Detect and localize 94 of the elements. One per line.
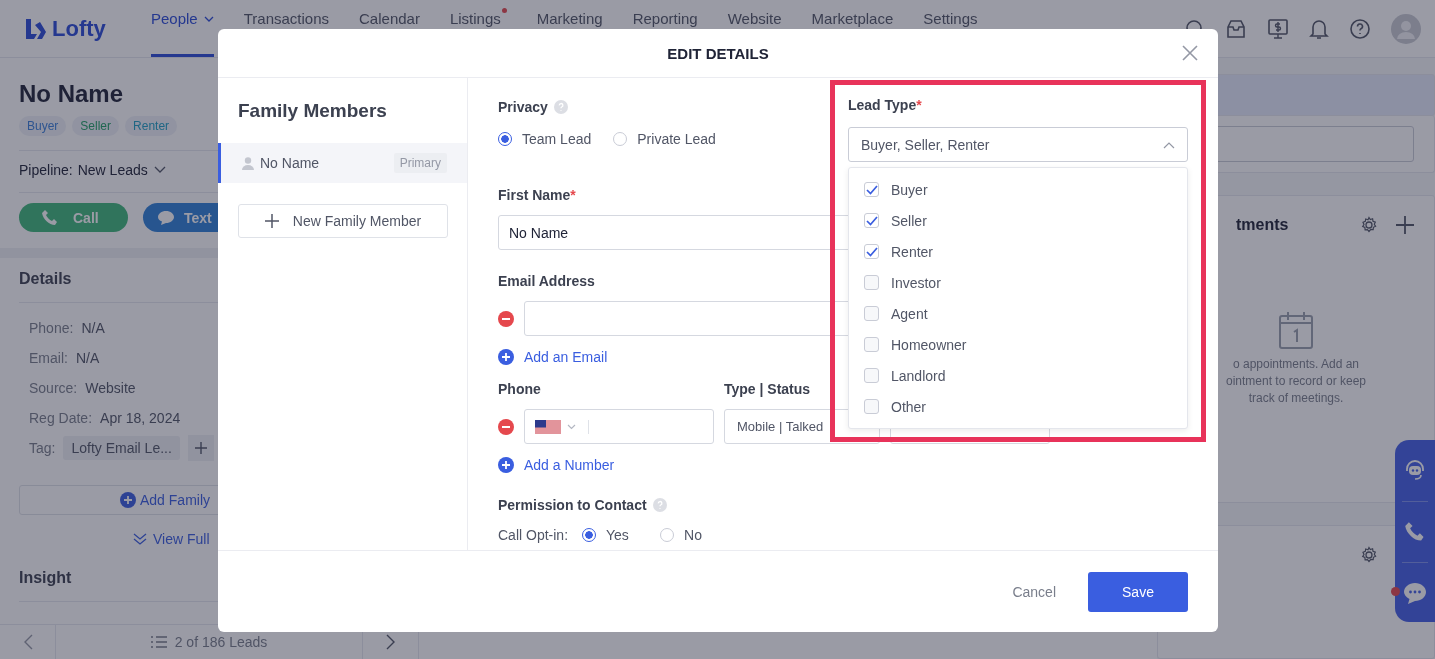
notification-dot: [1391, 587, 1400, 596]
radio-option[interactable]: No: [660, 527, 725, 543]
dollar-monitor-icon[interactable]: [1267, 17, 1289, 40]
plus-icon: [264, 214, 279, 228]
checkbox[interactable]: [864, 337, 879, 352]
chatbot-icon[interactable]: [1403, 457, 1427, 482]
settings-icon[interactable]: [1360, 546, 1378, 564]
empty-state-text: o appointments. Add an ointment to record or keep track of meetings.: [1224, 356, 1368, 407]
view-full-link[interactable]: View Full: [133, 531, 210, 547]
calendar-icon: [1278, 310, 1314, 350]
checkbox-option[interactable]: Investor: [849, 267, 1187, 298]
phone-icon: [41, 208, 59, 227]
detail-value: Website: [85, 380, 136, 396]
checkbox-option[interactable]: Agent: [849, 298, 1187, 329]
lead-tag: Renter: [125, 116, 178, 136]
chevron-right-icon: [385, 634, 396, 650]
primary-badge: Primary: [393, 153, 447, 173]
add-tag-button[interactable]: [187, 435, 214, 461]
plus-circle-icon: [498, 349, 514, 365]
detail-label: Tag:: [29, 440, 56, 456]
checkbox[interactable]: [864, 244, 879, 259]
nav-tab[interactable]: People: [151, 0, 214, 57]
inbox-icon[interactable]: [1225, 18, 1247, 39]
brand-name: Lofty: [52, 15, 106, 42]
radio-option[interactable]: Private Lead: [613, 131, 716, 147]
nav-tab[interactable]: Listings: [449, 0, 507, 57]
field-label: Call Opt-in:: [498, 527, 569, 543]
field-label: Lead Type*: [848, 96, 922, 113]
section-title: Insight: [19, 569, 73, 587]
field-label: Email Address: [498, 272, 595, 289]
double-chevron-icon: [133, 533, 147, 545]
phone-icon[interactable]: [1404, 520, 1426, 543]
panel-title: Family Members: [238, 100, 388, 123]
remove-icon[interactable]: [498, 418, 514, 435]
cancel-button[interactable]: Cancel: [1012, 583, 1056, 600]
field-label: Phone: [498, 380, 542, 397]
detail-value: N/A: [81, 320, 105, 336]
member-name: No Name: [260, 155, 321, 171]
detail-label: Phone:: [29, 320, 74, 336]
field-label: Type | Status: [724, 380, 811, 397]
save-button[interactable]: Save: [1088, 571, 1188, 612]
pager-text: 2 of 186 Leads: [174, 634, 268, 650]
person-icon: [242, 156, 254, 170]
add-number-link[interactable]: Add a Number: [498, 456, 1188, 474]
checkbox[interactable]: [864, 182, 879, 197]
close-button[interactable]: [1182, 45, 1198, 61]
remove-icon[interactable]: [498, 310, 514, 327]
radio-option[interactable]: Team Lead: [498, 131, 592, 147]
help-icon[interactable]: [1349, 17, 1371, 40]
checkbox[interactable]: [864, 275, 879, 290]
pipeline-label: Pipeline:: [19, 162, 73, 178]
chevron-left-icon: [22, 634, 33, 650]
settings-icon[interactable]: [1360, 216, 1378, 234]
chat-icon[interactable]: [1403, 582, 1427, 605]
bell-icon[interactable]: [1309, 17, 1329, 40]
family-member-item[interactable]: No Name Primary: [218, 143, 467, 183]
lead-name: No Name: [19, 80, 125, 108]
detail-label: Reg Date:: [29, 410, 93, 426]
lead-type-select[interactable]: Buyer, Seller, Renter: [848, 127, 1188, 162]
plus-circle-icon: [498, 457, 514, 473]
flag-icon: [535, 419, 561, 434]
checkbox[interactable]: [864, 306, 879, 321]
checkbox-option[interactable]: Landlord: [849, 360, 1187, 391]
field-label: Privacy: [498, 98, 548, 115]
card-title: tments: [1236, 216, 1289, 234]
phone-field[interactable]: [524, 409, 714, 444]
chevron-icon: [1163, 140, 1175, 149]
chevron-down-icon: [153, 166, 166, 174]
plus-icon[interactable]: [1396, 216, 1414, 234]
detail-value: Apr 18, 2024: [100, 410, 181, 426]
dialog-title: EDIT DETAILS: [667, 44, 769, 62]
checkbox[interactable]: [864, 213, 879, 228]
checkbox[interactable]: [864, 368, 879, 383]
chevron-down-icon: [567, 423, 576, 430]
detail-value: N/A: [75, 350, 100, 366]
speech-bubble-icon: [157, 209, 175, 226]
section-title: Details: [19, 270, 73, 288]
field-label: First Name*: [498, 186, 576, 203]
detail-label: Source:: [29, 380, 78, 396]
lead-tag: Seller: [72, 116, 120, 136]
tag-chip[interactable]: Lofty Email Le...: [63, 436, 180, 460]
field-label: Permission to Contact: [498, 496, 647, 513]
list-icon: [150, 636, 167, 648]
detail-label: Email:: [29, 350, 68, 366]
plus-circle-icon: [120, 492, 136, 508]
pipeline-dropdown[interactable]: New Leads: [77, 162, 166, 178]
new-family-member-button[interactable]: New Family Member: [238, 204, 448, 238]
checkbox-option[interactable]: Buyer: [849, 174, 1187, 205]
radio-option[interactable]: Yes: [582, 527, 647, 543]
logo-icon: [24, 16, 48, 41]
plus-icon: [194, 442, 207, 454]
checkbox[interactable]: [864, 399, 879, 414]
checkbox-option[interactable]: Homeowner: [849, 329, 1187, 360]
lead-tag: Buyer: [19, 116, 67, 136]
